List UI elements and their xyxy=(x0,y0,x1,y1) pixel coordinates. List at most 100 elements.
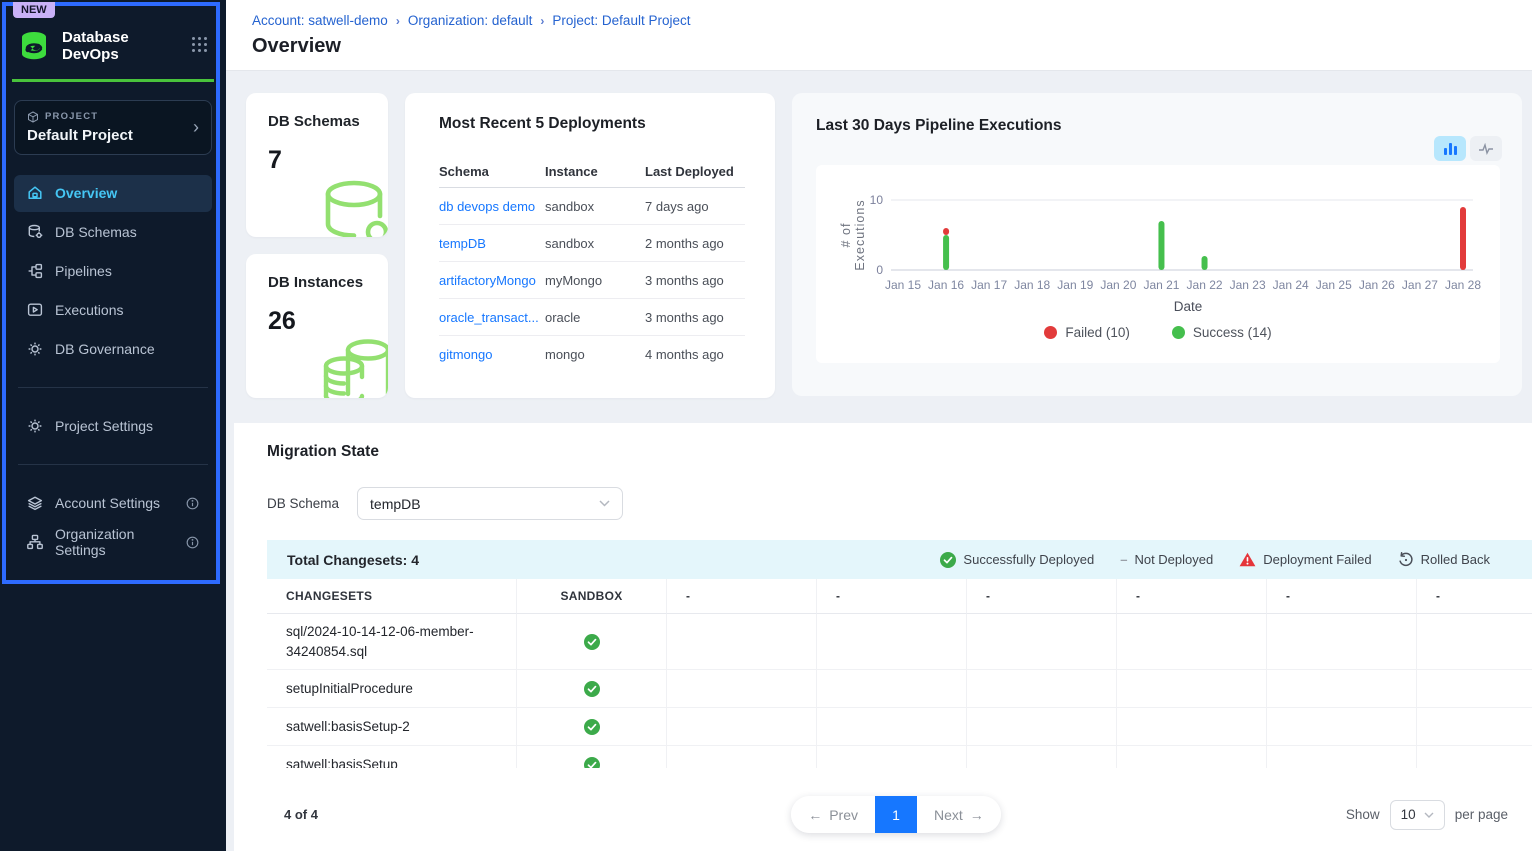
org-chart-gear-icon xyxy=(26,533,44,551)
deployments-header-row: Schema Instance Last Deployed xyxy=(439,155,745,188)
warning-triangle-icon xyxy=(1239,552,1256,567)
legend-deployment-failed: Deployment Failed xyxy=(1239,552,1371,567)
svg-text:Jan 26: Jan 26 xyxy=(1359,278,1395,292)
page-size-select[interactable]: 10 xyxy=(1390,800,1445,830)
schema-link[interactable]: tempDB xyxy=(439,236,545,251)
db-schemas-count: 7 xyxy=(268,146,388,175)
info-icon[interactable] xyxy=(185,535,200,550)
layers-gear-icon xyxy=(26,494,44,512)
arrow-right-icon: → xyxy=(970,807,984,823)
last-deployed-cell: 3 months ago xyxy=(645,310,745,325)
page-1-button[interactable]: 1 xyxy=(875,796,917,833)
new-badge: NEW xyxy=(13,2,55,18)
svg-text:Jan 19: Jan 19 xyxy=(1057,278,1093,292)
sidebar-item-account-settings[interactable]: Account Settings xyxy=(14,485,212,522)
sidebar-item-overview[interactable]: Overview xyxy=(14,175,212,212)
sidebar-item-pipelines[interactable]: Pipelines xyxy=(14,253,212,290)
svg-text:Jan 23: Jan 23 xyxy=(1230,278,1266,292)
breadcrumb-project-link[interactable]: Project: Default Project xyxy=(552,13,690,28)
bar-chart-toggle-button[interactable] xyxy=(1434,136,1466,161)
changeset-name: satwell:basisSetup xyxy=(267,746,517,768)
info-icon[interactable] xyxy=(185,496,200,511)
chart-legend-item[interactable]: Success (14) xyxy=(1172,325,1272,340)
deployment-row: artifactoryMongo myMongo 3 months ago xyxy=(439,262,745,299)
line-chart-icon xyxy=(1478,143,1494,155)
success-check-circle-icon xyxy=(584,757,600,768)
sidebar-item-db-governance[interactable]: DB Governance xyxy=(14,331,212,368)
db-schema-select[interactable]: tempDB xyxy=(357,487,623,520)
breadcrumb-organization-link[interactable]: Organization: default xyxy=(408,13,533,28)
legend-not-deployed: – Not Deployed xyxy=(1120,552,1213,567)
changeset-sandbox-status xyxy=(517,708,667,746)
success-check-circle-icon xyxy=(584,681,600,697)
database-stack-icon xyxy=(318,336,388,398)
breadcrumb-account-link[interactable]: Account: satwell-demo xyxy=(252,13,388,28)
project-selector[interactable]: PROJECT Default Project › xyxy=(14,100,212,155)
database-outline-icon xyxy=(320,179,388,237)
sidebar-nav: Overview DB Schemas Pipelines Executions xyxy=(14,175,212,368)
schema-link[interactable]: oracle_transact... xyxy=(439,310,545,325)
legend-dot-icon xyxy=(1044,326,1057,339)
instance-cell: sandbox xyxy=(545,236,645,251)
sidebar-item-label: Pipelines xyxy=(55,263,200,279)
brand-divider xyxy=(12,79,214,82)
chart-legend-item[interactable]: Failed (10) xyxy=(1044,325,1130,340)
home-icon xyxy=(26,184,44,202)
line-chart-toggle-button[interactable] xyxy=(1470,136,1502,161)
svg-text:Jan 16: Jan 16 xyxy=(928,278,964,292)
page-header: Account: satwell-demo › Organization: de… xyxy=(226,0,1532,71)
bar-chart-icon xyxy=(1443,142,1458,156)
deployments-table: Schema Instance Last Deployed db devops … xyxy=(439,155,745,373)
sidebar-item-label: Organization Settings xyxy=(55,526,174,558)
rollback-arrow-icon xyxy=(1398,552,1414,568)
schema-link[interactable]: gitmongo xyxy=(439,347,545,362)
pagination-row: 4 of 4 ← Prev 1 Next → xyxy=(284,796,1508,851)
instance-cell: myMongo xyxy=(545,273,645,288)
svg-text:Jan 17: Jan 17 xyxy=(971,278,1007,292)
instance-cell: oracle xyxy=(545,310,645,325)
gear-icon xyxy=(26,340,44,358)
prev-page-button[interactable]: ← Prev xyxy=(791,796,875,833)
svg-text:Jan 20: Jan 20 xyxy=(1100,278,1136,292)
migration-title: Migration State xyxy=(267,443,1532,461)
pipeline-icon xyxy=(26,262,44,280)
legend-label: Failed (10) xyxy=(1065,325,1130,340)
deployment-row: db devops demo sandbox 7 days ago xyxy=(439,188,745,225)
chevron-down-icon xyxy=(1424,812,1434,818)
db-instances-count: 26 xyxy=(268,307,388,336)
db-schema-selected-value: tempDB xyxy=(370,496,421,512)
chart-type-toggles xyxy=(1434,136,1502,161)
prev-label: Prev xyxy=(829,807,858,823)
schema-link[interactable]: artifactoryMongo xyxy=(439,273,545,288)
changeset-sandbox-status xyxy=(517,670,667,708)
schema-link[interactable]: db devops demo xyxy=(439,199,545,214)
legend-rolled-back: Rolled Back xyxy=(1398,552,1490,568)
success-check-circle-icon xyxy=(584,719,600,735)
svg-text:# ofExecutions: # ofExecutions xyxy=(839,199,867,270)
sidebar-item-project-settings[interactable]: Project Settings xyxy=(14,408,212,445)
sidebar-item-db-schemas[interactable]: DB Schemas xyxy=(14,214,212,251)
migration-state-panel: Migration State DB Schema tempDB Total C… xyxy=(234,423,1532,851)
svg-text:Jan 24: Jan 24 xyxy=(1273,278,1309,292)
arrow-left-icon: ← xyxy=(808,807,822,823)
content: DB Schemas 7 DB Instances 26 xyxy=(226,71,1532,851)
instance-cell: mongo xyxy=(545,347,645,362)
legend-label: Deployment Failed xyxy=(1263,552,1371,567)
deployment-row: oracle_transact... oracle 3 months ago xyxy=(439,299,745,336)
sidebar-item-organization-settings[interactable]: Organization Settings xyxy=(14,524,212,561)
chart-title: Last 30 Days Pipeline Executions xyxy=(816,117,1500,135)
svg-text:10: 10 xyxy=(870,193,884,207)
svg-text:Jan 28: Jan 28 xyxy=(1445,278,1481,292)
sidebar-item-label: Account Settings xyxy=(55,495,174,511)
col-placeholder: - xyxy=(1267,579,1417,614)
stat-title: DB Instances xyxy=(268,274,388,291)
legend-successfully-deployed: Successfully Deployed xyxy=(940,552,1094,568)
sidebar-item-executions[interactable]: Executions xyxy=(14,292,212,329)
svg-text:Jan 27: Jan 27 xyxy=(1402,278,1438,292)
next-page-button[interactable]: Next → xyxy=(917,796,1001,833)
page-title: Overview xyxy=(252,35,1506,58)
app-launcher-grid-icon[interactable] xyxy=(192,37,210,55)
changeset-sandbox-status xyxy=(517,746,667,768)
col-placeholder: - xyxy=(1417,579,1532,614)
svg-text:Date: Date xyxy=(1174,299,1203,314)
